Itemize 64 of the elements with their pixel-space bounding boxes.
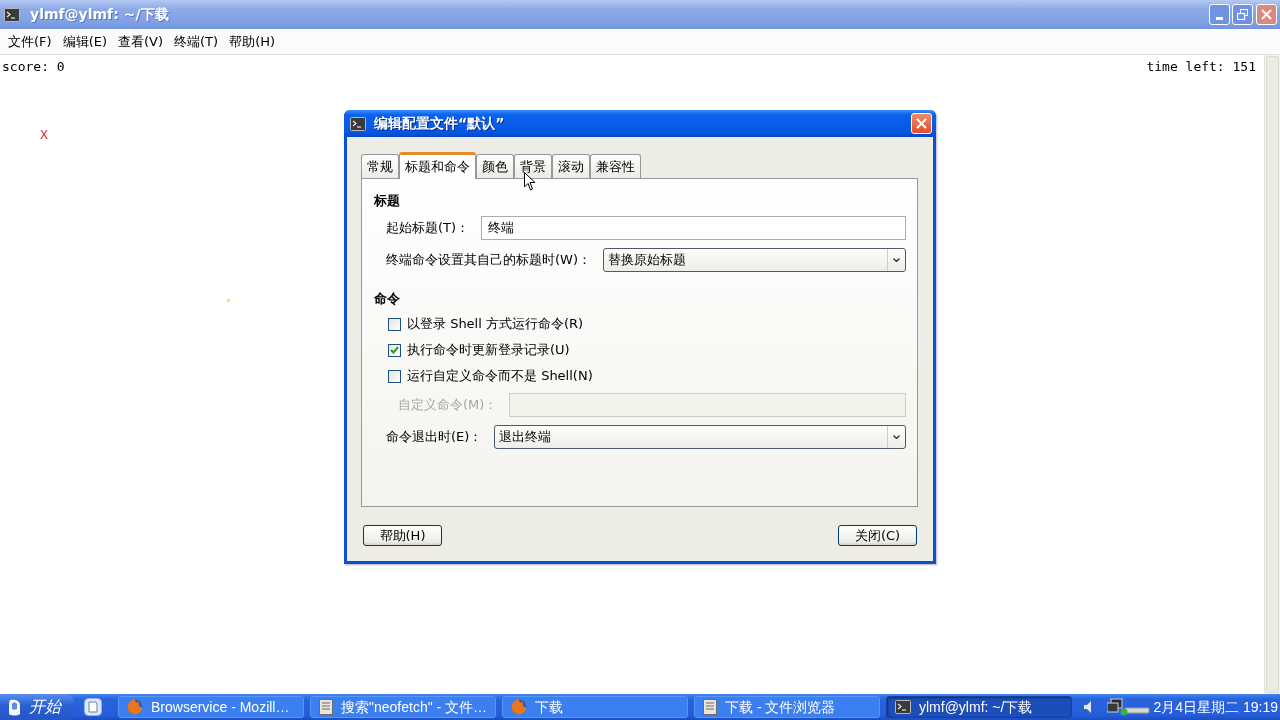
restore-icon: [1237, 9, 1248, 20]
field-label: 自定义命令(M)：: [398, 396, 498, 415]
dialog-button[interactable]: 帮助(H): [363, 525, 442, 546]
terminal-icon: [350, 116, 366, 131]
menu-item[interactable]: 帮助(H): [225, 30, 280, 53]
field-label: 起始标题(T)：: [386, 219, 470, 238]
dot-icon: [227, 299, 230, 302]
dialog-button[interactable]: 关闭(C): [838, 525, 917, 546]
dropdown[interactable]: 退出终端: [494, 425, 906, 449]
tab[interactable]: 标题和命令: [399, 152, 476, 179]
dialog-title: 编辑配置文件“默认”: [374, 114, 505, 133]
minimize-icon: [1216, 17, 1223, 20]
close-icon: [916, 118, 927, 129]
score-text: score: 0: [2, 58, 65, 76]
text-field[interactable]: 终端: [481, 216, 906, 240]
network-icon[interactable]: [1106, 698, 1151, 716]
checkbox[interactable]: [388, 317, 401, 331]
window-title: ylmf@ylmf: ~/下载: [30, 5, 169, 24]
menu-item[interactable]: 终端(T): [170, 30, 223, 53]
close-icon: [1261, 9, 1272, 20]
taskbar-button[interactable]: 下载 - 文件浏览器: [694, 696, 880, 718]
checkbox-label[interactable]: 执行命令时更新登录记录(U): [407, 340, 570, 360]
dropdown[interactable]: 替换原始标题: [603, 248, 906, 272]
tab[interactable]: 颜色: [476, 154, 514, 178]
section-heading: 标题: [374, 193, 401, 209]
check-icon: [390, 346, 399, 354]
taskbar-button[interactable]: 搜索"neofetch" - 文件…: [310, 696, 496, 718]
close-button[interactable]: [911, 113, 932, 134]
menu-item[interactable]: 文件(F): [4, 30, 56, 53]
taskbar-button[interactable]: ylmf@ylmf: ~/下载: [886, 696, 1072, 718]
start-button[interactable]: 开始: [0, 694, 75, 720]
tab[interactable]: 常规: [361, 154, 399, 178]
tab[interactable]: 兼容性: [590, 154, 641, 178]
section-heading: 命令: [374, 291, 401, 307]
player-marker: X: [40, 126, 48, 144]
clock: 2月4日星期二 19:19: [1153, 697, 1279, 717]
checkbox[interactable]: [388, 369, 401, 383]
chevron-down-icon: [893, 435, 900, 439]
terminal-icon: [895, 700, 911, 714]
logo-icon: [8, 698, 21, 716]
menu-item[interactable]: 查看(V): [114, 30, 168, 53]
taskbar-button[interactable]: Browservice - Mozill…: [118, 696, 304, 718]
field-label: 命令退出时(E)：: [386, 428, 483, 447]
restore-button[interactable]: [1232, 4, 1253, 25]
globe-icon: [511, 699, 527, 715]
taskbar-button[interactable]: 下载: [502, 696, 688, 718]
checkbox-label[interactable]: 以登录 Shell 方式运行命令(R): [407, 314, 584, 334]
mouse-pointer-icon: [524, 172, 536, 191]
minimize-button[interactable]: [1209, 4, 1230, 25]
speaker-icon[interactable]: [1083, 701, 1092, 713]
terminal-icon: [4, 7, 20, 22]
document-icon: [703, 699, 717, 715]
field-label: 终端命令设置其自己的标题时(W)：: [386, 251, 591, 270]
close-button[interactable]: [1256, 4, 1277, 25]
checkbox-label[interactable]: 运行自定义命令而不是 Shell(N): [407, 366, 593, 386]
tab[interactable]: 背景: [514, 154, 552, 178]
time-left-text: time left: 151: [1146, 58, 1256, 76]
document-icon: [319, 699, 333, 715]
tab[interactable]: 滚动: [552, 154, 590, 178]
checkbox[interactable]: [388, 343, 401, 357]
menu-item[interactable]: 编辑(E): [58, 30, 111, 53]
page-tile-icon[interactable]: [84, 698, 102, 716]
chevron-down-icon: [893, 258, 900, 262]
globe-icon: [127, 699, 143, 715]
